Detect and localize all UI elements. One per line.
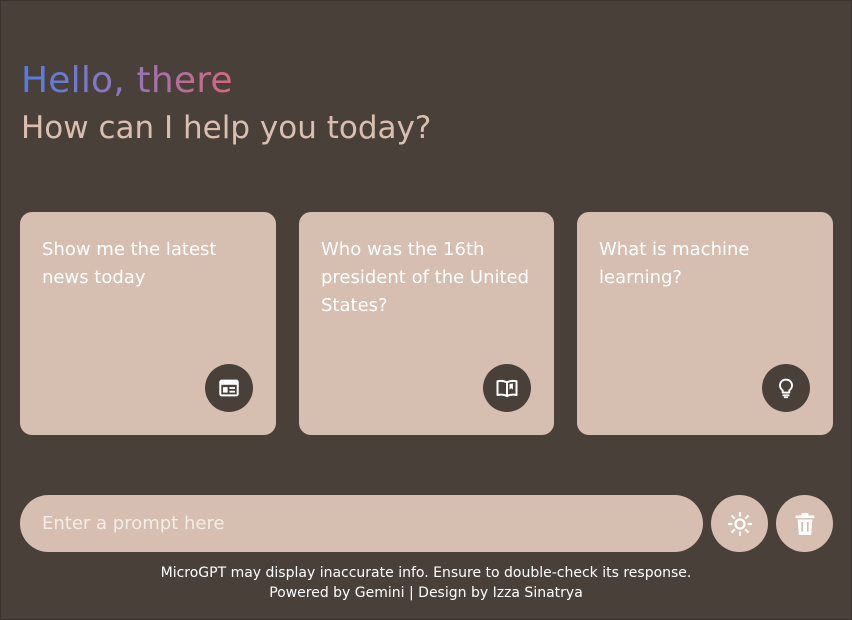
suggestion-text: Show me the latest news today xyxy=(42,239,217,288)
delete-chat-button[interactable] xyxy=(776,495,833,552)
footer: MicroGPT may display inaccurate info. En… xyxy=(1,563,851,603)
suggestion-text: What is machine learning? xyxy=(599,239,750,288)
suggestion-text: Who was the 16th president of the United… xyxy=(321,239,530,316)
lightbulb-icon xyxy=(762,364,810,412)
credits-text: Powered by Gemini | Design by Izza Sinat… xyxy=(269,585,583,601)
trash-icon xyxy=(794,512,816,536)
greeting-subtitle: How can I help you today? xyxy=(21,110,432,146)
suggestion-card-news[interactable]: Show me the latest news today xyxy=(20,212,276,435)
book-icon xyxy=(483,364,531,412)
prompt-bar xyxy=(20,495,833,552)
suggestion-list: Show me the latest news today Who was th… xyxy=(20,212,833,435)
suggestion-card-president[interactable]: Who was the 16th president of the United… xyxy=(299,212,554,435)
prompt-input[interactable] xyxy=(20,495,703,552)
disclaimer-text: MicroGPT may display inaccurate info. En… xyxy=(160,565,692,581)
suggestion-card-ml[interactable]: What is machine learning? xyxy=(577,212,833,435)
theme-toggle-button[interactable] xyxy=(711,495,768,552)
header: Hello, there How can I help you today? xyxy=(21,59,431,147)
sun-icon xyxy=(727,511,753,537)
greeting-title: Hello, there xyxy=(21,60,233,101)
newspaper-icon xyxy=(205,364,253,412)
